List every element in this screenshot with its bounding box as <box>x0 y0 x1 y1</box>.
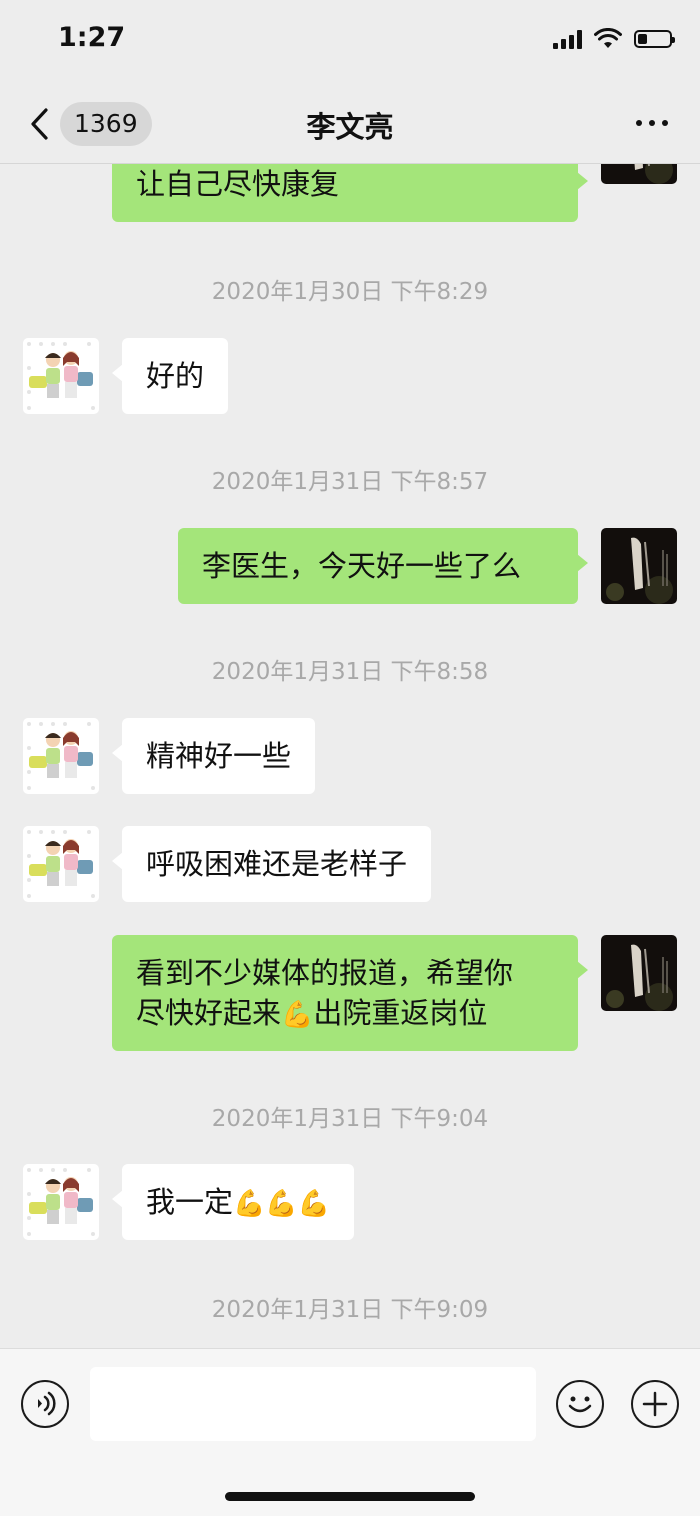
unread-count-badge[interactable]: 1369 <box>60 102 152 146</box>
message-text: 李医生，今天好一些了么 <box>202 549 522 583</box>
my-avatar[interactable] <box>601 164 677 184</box>
contact-avatar[interactable] <box>23 718 99 794</box>
message-timestamp: 2020年1月31日 下午9:09 <box>211 1297 489 1323</box>
chevron-left-icon[interactable] <box>26 106 56 142</box>
message-timestamp: 2020年1月31日 下午8:58 <box>211 659 489 685</box>
message-text: 出院重返岗位 <box>313 996 488 1030</box>
message-bubble-outgoing[interactable]: 看到不少媒体的报道，希望你 尽快好起来💪出院重返岗位 <box>112 935 588 1051</box>
chat-header: 1369 李文亮 <box>0 84 700 164</box>
message-text: 呼吸困难还是老样子 <box>146 847 408 881</box>
message-timestamp: 2020年1月31日 下午9:04 <box>211 1106 489 1132</box>
battery-level <box>638 34 647 44</box>
more-dots-icon[interactable] <box>636 120 668 126</box>
message-text: 我一定 <box>146 1185 234 1219</box>
flexed-biceps-emoji: 💪💪💪 <box>233 1189 331 1219</box>
message-bubble-incoming[interactable]: 精神好一些 <box>111 718 316 794</box>
message-text: 好的 <box>146 359 205 393</box>
voice-icon[interactable] <box>21 1380 69 1428</box>
status-bar: 1:27 <box>0 0 700 84</box>
message-timestamp: 2020年1月31日 下午8:57 <box>211 469 489 495</box>
message-text: 精神好一些 <box>146 739 292 773</box>
wifi-icon <box>594 28 622 48</box>
message-text-line: 看到不少媒体的报道，希望你 <box>136 956 514 990</box>
status-icons <box>553 28 675 50</box>
message-bubble-incoming[interactable]: 好的 <box>111 338 229 414</box>
message-text: 让自己尽快康复 <box>136 167 340 201</box>
message-bubble-outgoing[interactable]: 让自己尽快康复 <box>112 164 588 222</box>
contact-avatar[interactable] <box>23 338 99 414</box>
message-bubble-outgoing[interactable]: 李医生，今天好一些了么 <box>178 528 588 604</box>
message-list[interactable]: 让自己尽快康复 2020年1月30日 下午8:29 好的 2020年1月31日 … <box>0 164 700 1348</box>
flexed-biceps-emoji: 💪 <box>281 1000 314 1030</box>
message-input[interactable] <box>90 1367 536 1441</box>
plus-icon[interactable] <box>631 1380 679 1428</box>
message-timestamp: 2020年1月30日 下午8:29 <box>211 279 489 305</box>
battery-icon <box>634 30 675 48</box>
contact-avatar[interactable] <box>23 826 99 902</box>
status-time: 1:27 <box>58 22 126 53</box>
chat-input-bar <box>0 1348 700 1516</box>
home-indicator[interactable] <box>225 1492 475 1501</box>
my-avatar[interactable] <box>601 528 677 604</box>
emoji-smile-icon[interactable] <box>556 1380 604 1428</box>
message-text-line: 尽快好起来💪出院重返岗位 <box>136 993 554 1035</box>
message-text: 尽快好起来 <box>136 996 282 1030</box>
cellular-signal-icon <box>553 29 582 49</box>
contact-avatar[interactable] <box>23 1164 99 1240</box>
message-bubble-incoming[interactable]: 呼吸困难还是老样子 <box>111 826 432 902</box>
my-avatar[interactable] <box>601 935 677 1011</box>
message-bubble-incoming[interactable]: 我一定💪💪💪 <box>111 1164 355 1240</box>
